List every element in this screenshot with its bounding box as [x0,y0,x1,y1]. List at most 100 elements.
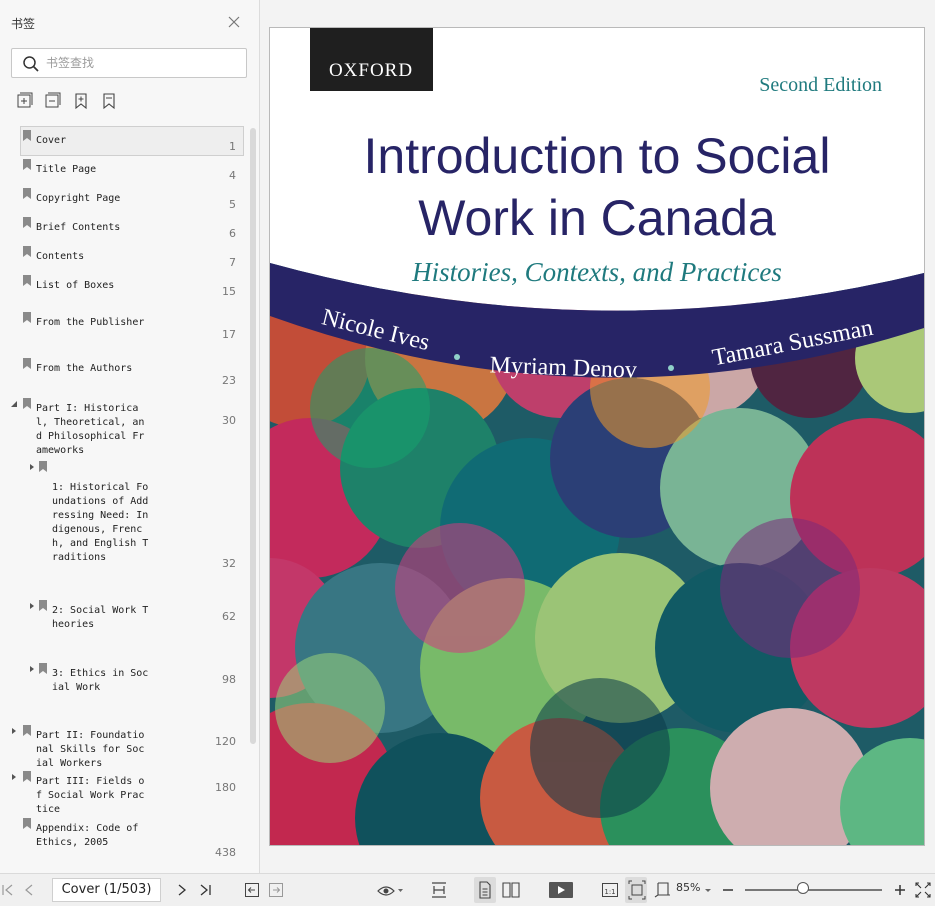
chevron-right-icon[interactable] [28,665,36,673]
chevron-right-icon[interactable] [28,463,36,471]
fit-page-icon[interactable] [628,880,646,900]
sidebar-scrollbar[interactable] [250,128,256,744]
bookmark-label: List of Boxes [36,280,115,291]
bookmark-page-number: 5 [229,198,236,211]
bookmark-label: 1: Historical Foundations of Addressing … [52,482,149,563]
slideshow-icon[interactable] [548,880,574,900]
last-page-icon[interactable] [198,880,214,900]
sidebar-title: 书签 [11,17,36,31]
bookmark-label: Contents [36,251,85,262]
bookmark-item[interactable]: 3: Ethics in Social Work 98 [0,659,250,693]
bookmark-label: From the Authors [36,363,133,374]
svg-text:1:1: 1:1 [604,888,615,896]
double-page-icon[interactable] [501,880,521,900]
bookmark-item[interactable]: Part I: Historical, Theoretical, and Phi… [0,394,250,456]
forward-icon[interactable] [268,880,284,900]
bookmark-item[interactable]: Brief Contents 6 [0,213,250,245]
bookmark-item[interactable]: Contents 7 [0,242,250,274]
bookmark-flag-icon [23,130,31,141]
bookmark-search-box[interactable] [11,48,247,78]
bookmark-label: Part III: Fields of Social Work Practice [36,776,145,815]
sidebar-header: 书签 [0,0,260,44]
title-line-1: Introduction to Social [364,128,831,184]
author-2: Myriam Denov [489,352,637,383]
actual-size-icon[interactable]: 1:1 [601,880,619,900]
bottom-toolbar: Cover (1/503) 1:1 85% [0,873,935,906]
publisher-name: OXFORD [329,60,413,81]
bookmark-item[interactable]: 1: Historical Foundations of Addressing … [0,457,250,575]
search-icon [23,56,39,72]
close-icon[interactable] [226,14,242,30]
bookmark-flag-icon [23,275,31,286]
bookmark-flag-icon [23,771,31,782]
chevron-down-icon[interactable] [704,880,712,900]
bookmark-label: Part II: Foundational Skills for Social … [36,730,145,769]
subtitle: Histories, Contexts, and Practices [411,257,782,287]
document-viewer[interactable]: OXFORD Second Edition Introduction to So… [261,0,935,873]
bookmark-flag-icon [23,159,31,170]
bookmark-label: From the Publisher [36,317,145,328]
bookmark-label: Copyright Page [36,193,121,204]
bookmark-page-number: 17 [222,328,236,341]
bookmark-label: Title Page [36,164,97,175]
bookmark-flag-icon [23,188,31,199]
bookmark-item[interactable]: 2: Social Work Theories 62 [0,596,250,630]
bookmark-item[interactable]: Cover 1 [0,126,250,158]
bookmark-label: Brief Contents [36,222,121,233]
bookmark-item[interactable]: Part II: Foundational Skills for Social … [0,721,250,769]
bookmark-item[interactable]: List of Boxes 15 [0,271,250,303]
bookmark-flag-icon [23,358,31,369]
bookmark-item[interactable]: Copyright Page 5 [0,184,250,216]
title-line-2: Work in Canada [418,190,776,246]
bookmark-page-number: 1 [229,140,236,153]
bookmark-page-number: 6 [229,227,236,240]
chevron-down-icon[interactable] [10,400,18,408]
zoom-menu-icon[interactable] [654,880,672,900]
bookmark-page-number: 62 [222,610,236,623]
eye-protection-icon[interactable] [376,880,404,900]
bookmark-flag-icon [23,818,31,829]
bookmark-page-number: 98 [222,673,236,686]
bookmark-page-number: 15 [222,285,236,298]
zoom-slider-track[interactable] [745,889,882,891]
back-icon[interactable] [244,880,260,900]
bookmark-item[interactable]: Title Page 4 [0,155,250,187]
add-bookmark-icon[interactable] [72,92,90,110]
bookmark-sidebar: 书签 书签查找 Cover 1 Title Page 4 Copyright P… [0,0,260,873]
single-page-icon[interactable] [477,880,493,900]
pdf-reader-window: 书签 书签查找 Cover 1 Title Page 4 Copyright P… [0,0,935,906]
edition-label: Second Edition [759,74,882,96]
zoom-in-icon[interactable] [893,880,907,900]
page-indicator[interactable]: Cover (1/503) [52,878,161,902]
bookmark-page-number: 438 [215,846,236,859]
bookmark-search-input[interactable] [46,53,236,73]
zoom-level[interactable]: 85% [676,881,700,894]
bookmark-flag-icon [23,725,31,736]
collapse-all-icon[interactable] [44,92,62,110]
zoom-slider-thumb[interactable] [796,882,809,894]
bookmark-label: Appendix: Code of Ethics, 2005 [36,823,145,848]
bookmark-flag-icon [23,312,31,323]
bookmark-item[interactable]: Part III: Fields of Social Work Practice… [0,767,250,815]
previous-page-icon[interactable] [22,880,36,900]
first-page-icon[interactable] [0,880,14,900]
chevron-right-icon[interactable] [28,602,36,610]
bookmark-icon[interactable] [100,92,118,110]
bookmark-label: 2: Social Work Theories [52,605,149,630]
bookmark-flag-icon [23,246,31,257]
expand-all-icon[interactable] [16,92,34,110]
fullscreen-icon[interactable] [915,880,931,900]
bookmark-page-number: 7 [229,256,236,269]
bookmark-label: 3: Ethics in Social Work [52,668,149,693]
bookmark-item[interactable]: From the Publisher 17 [0,308,250,346]
next-page-icon[interactable] [175,880,189,900]
bookmark-item[interactable]: Appendix: Code of Ethics, 2005 438 [0,814,250,864]
bookmark-label: Cover [36,135,67,146]
chevron-right-icon[interactable] [10,773,18,781]
chevron-right-icon[interactable] [10,727,18,735]
zoom-out-icon[interactable] [721,880,735,900]
bookmark-page-number: 23 [222,374,236,387]
fit-width-icon[interactable] [430,880,448,900]
bookmark-page-number: 30 [222,414,236,427]
bookmark-item[interactable]: From the Authors 23 [0,354,250,392]
